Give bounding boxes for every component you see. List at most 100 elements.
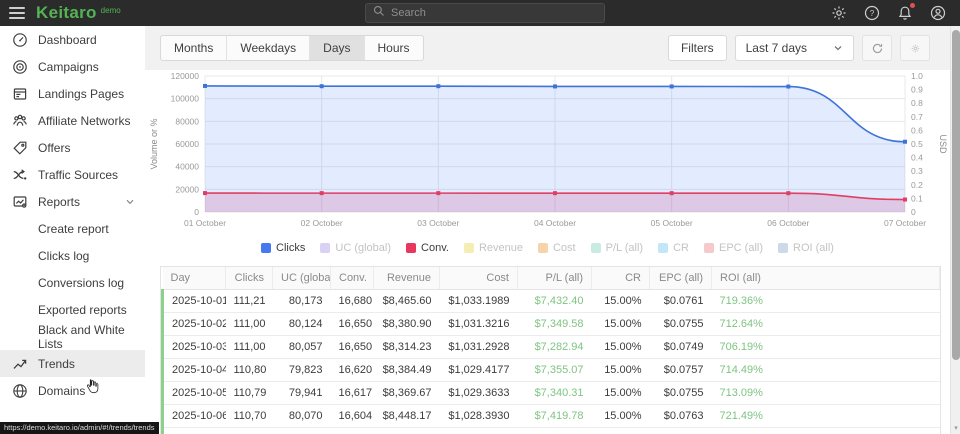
- sidebar-item-label: Conversions log: [38, 276, 124, 290]
- chart-legend: Clicks UC (global) Conv. Revenue Cost P/L (al…: [145, 242, 950, 254]
- svg-text:0.2: 0.2: [911, 180, 923, 190]
- column-header-conv-[interactable]: Conv.: [331, 267, 374, 290]
- period-select[interactable]: Last 7 days: [735, 35, 854, 61]
- svg-text:04 October: 04 October: [534, 218, 576, 228]
- cell: 16,604: [331, 405, 374, 428]
- cell: 15.00%: [592, 382, 650, 405]
- legend-item-uc-global-[interactable]: UC (global): [320, 242, 391, 254]
- legend-item-conv-[interactable]: Conv.: [406, 242, 449, 254]
- svg-text:0.3: 0.3: [911, 166, 923, 176]
- column-header-epc-all-[interactable]: EPC (all): [650, 267, 712, 290]
- sidebar-item-trends[interactable]: Trends: [0, 350, 145, 377]
- legend-label: UC (global): [335, 242, 391, 254]
- sidebar-item-campaigns[interactable]: Campaigns: [0, 53, 145, 80]
- tab-days[interactable]: Days: [310, 36, 364, 60]
- cell: 712.64%: [712, 313, 940, 336]
- cell: 79,941: [273, 382, 331, 405]
- main-content: MonthsWeekdaysDaysHours Filters Last 7 d…: [145, 26, 950, 434]
- vertical-scrollbar[interactable]: ▾: [950, 26, 960, 434]
- legend-swatch: [704, 243, 714, 253]
- sidebar-item-exported-reports[interactable]: Exported reports: [0, 296, 145, 323]
- legend-item-cr[interactable]: CR: [658, 242, 689, 254]
- sidebar-item-traffic-sources[interactable]: Traffic Sources: [0, 161, 145, 188]
- column-header-p-l-all-[interactable]: P/L (all): [518, 267, 592, 290]
- search-input[interactable]: [391, 7, 597, 19]
- scrollbar-down-arrow[interactable]: ▾: [951, 424, 960, 432]
- settings-icon[interactable]: [831, 5, 847, 21]
- keitaro-logo[interactable]: Keitaro: [36, 3, 97, 23]
- cell: $8,448.17: [374, 405, 440, 428]
- menu-toggle-icon[interactable]: [0, 0, 34, 26]
- svg-text:40000: 40000: [175, 162, 199, 172]
- cell: $7,432.40: [518, 290, 592, 313]
- chart-svg: 02000040000600008000010000012000000.10.2…: [145, 70, 950, 236]
- table-row[interactable]: 2025-10-04110,8079,82316,620$8,384.49$1,…: [163, 359, 940, 382]
- svg-text:0: 0: [194, 207, 199, 217]
- table-row[interactable]: 2025-10-03111,0080,05716,650$8,314.23$1,…: [163, 336, 940, 359]
- table-row[interactable]: 2025-10-01111,2180,17316,680$8,465.60$1,…: [163, 290, 940, 313]
- help-icon[interactable]: ?: [864, 5, 880, 21]
- column-header-cr[interactable]: CR: [592, 267, 650, 290]
- column-header-cost[interactable]: Cost: [440, 267, 518, 290]
- column-header-clicks[interactable]: Clicks: [226, 267, 273, 290]
- svg-text:0.4: 0.4: [911, 153, 923, 163]
- scrollbar-thumb[interactable]: [952, 30, 960, 360]
- cell: [374, 428, 440, 434]
- cell: $7,419.78: [518, 405, 592, 428]
- sidebar-item-create-report[interactable]: Create report: [0, 215, 145, 242]
- table-row[interactable]: 2025-10-06110,7080,07016,604$8,448.17$1,…: [163, 405, 940, 428]
- legend-label: Conv.: [421, 242, 449, 254]
- sidebar-item-reports[interactable]: Reports: [0, 188, 145, 215]
- sidebar-item-dashboard[interactable]: Dashboard: [0, 26, 145, 53]
- legend-item-epc-all-[interactable]: EPC (all): [704, 242, 763, 254]
- tab-weekdays[interactable]: Weekdays: [227, 36, 310, 60]
- cell: 15.00%: [592, 359, 650, 382]
- chevron-down-icon[interactable]: [125, 196, 135, 206]
- legend-label: Clicks: [276, 242, 305, 254]
- sidebar-item-affiliate-networks[interactable]: Affiliate Networks: [0, 107, 145, 134]
- cell: $8,369.67: [374, 382, 440, 405]
- sidebar-item-domains[interactable]: Domains: [0, 377, 145, 404]
- svg-text:?: ?: [870, 9, 875, 18]
- chart-settings-button[interactable]: [900, 35, 930, 61]
- table-row[interactable]: 2025-10-05110,7979,94116,617$8,369.67$1,…: [163, 382, 940, 405]
- cell: 16,620: [331, 359, 374, 382]
- table-row[interactable]: 2025-10-02111,0080,12416,650$8,380.90$1,…: [163, 313, 940, 336]
- global-search[interactable]: [365, 3, 605, 23]
- account-icon[interactable]: [930, 5, 946, 21]
- filters-button[interactable]: Filters: [668, 35, 727, 61]
- legend-item-clicks[interactable]: Clicks: [261, 242, 305, 254]
- chevron-down-icon: [833, 43, 843, 53]
- cell: $1,033.1989: [440, 290, 518, 313]
- sidebar-item-label: Create report: [38, 222, 109, 236]
- tab-hours[interactable]: Hours: [365, 36, 423, 60]
- sidebar-item-label: Domains: [38, 384, 85, 398]
- legend-item-p-l-all-[interactable]: P/L (all): [591, 242, 644, 254]
- column-header-day[interactable]: Day: [163, 267, 226, 290]
- table-header-row: DayClicksUC (global)Conv.RevenueCostP/L …: [163, 267, 940, 290]
- cell: [163, 428, 226, 434]
- legend-item-cost[interactable]: Cost: [538, 242, 576, 254]
- legend-item-revenue[interactable]: Revenue: [464, 242, 523, 254]
- cell: [712, 428, 940, 434]
- cell: 16,617: [331, 382, 374, 405]
- refresh-button[interactable]: [862, 35, 892, 61]
- trends-toolbar: MonthsWeekdaysDaysHours Filters Last 7 d…: [145, 26, 940, 70]
- column-header-revenue[interactable]: Revenue: [374, 267, 440, 290]
- cell: $0.0749: [650, 336, 712, 359]
- sidebar-item-landings-pages[interactable]: Landings Pages: [0, 80, 145, 107]
- cell: $7,340.31: [518, 382, 592, 405]
- legend-swatch: [778, 243, 788, 253]
- sidebar-item-conversions-log[interactable]: Conversions log: [0, 269, 145, 296]
- sidebar-item-black-and-white-lists[interactable]: Black and White Lists: [0, 323, 145, 350]
- legend-item-roi-all-[interactable]: ROI (all): [778, 242, 834, 254]
- tab-months[interactable]: Months: [161, 36, 227, 60]
- notifications-icon[interactable]: [897, 5, 913, 21]
- column-header-roi-all-[interactable]: ROI (all): [712, 267, 940, 290]
- sidebar-item-label: Dashboard: [38, 33, 97, 47]
- sidebar-item-clicks-log[interactable]: Clicks log: [0, 242, 145, 269]
- sidebar-item-offers[interactable]: Offers: [0, 134, 145, 161]
- column-header-uc-global-[interactable]: UC (global): [273, 267, 331, 290]
- cell: 15.00%: [592, 313, 650, 336]
- svg-text:120000: 120000: [171, 71, 200, 81]
